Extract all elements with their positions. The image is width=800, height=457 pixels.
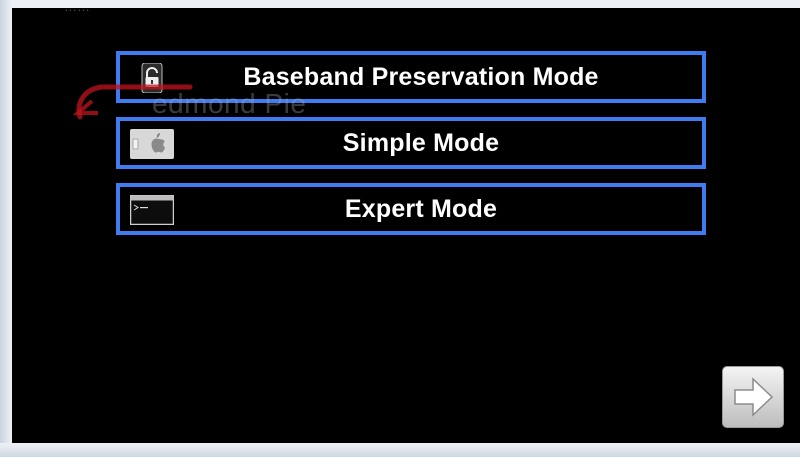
simple-mode-button[interactable]: Simple Mode <box>116 117 706 169</box>
expert-mode-button[interactable]: Expert Mode <box>116 183 706 235</box>
window-frame-bottom <box>0 443 800 457</box>
window-frame-left <box>0 0 12 457</box>
next-arrow-icon <box>734 377 774 417</box>
watermark-text: edmond Pie <box>152 88 307 119</box>
next-button[interactable] <box>722 366 784 428</box>
mode-selection-panel: …… Baseband Preservation Mode Simple Mod… <box>12 8 800 443</box>
window-frame-top <box>0 0 800 8</box>
window-title-fragment: …… <box>64 8 90 14</box>
simple-mode-label: Simple Mode <box>342 128 500 157</box>
expert-mode-label: Expert Mode <box>344 194 498 223</box>
